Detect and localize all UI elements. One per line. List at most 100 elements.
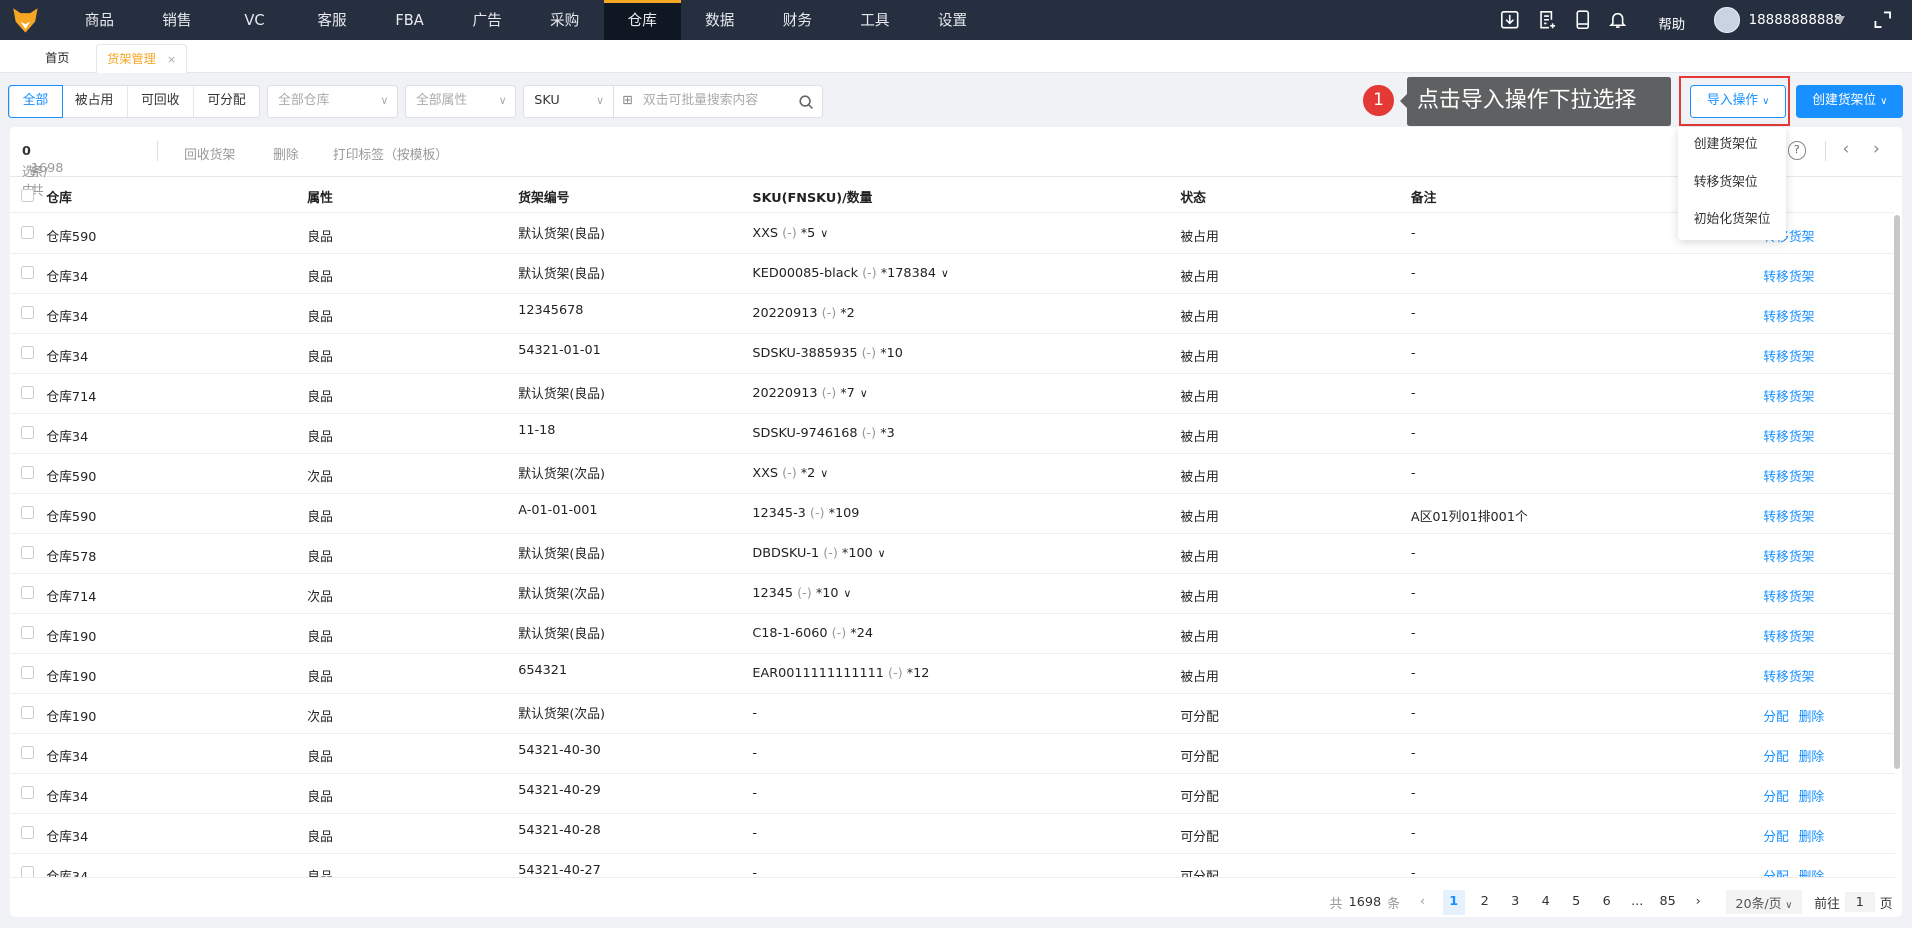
action-link[interactable]: 转移货架: [1763, 510, 1814, 525]
action-link[interactable]: 转移货架: [1763, 350, 1814, 365]
search-input[interactable]: ⊞ 双击可批量搜索内容: [613, 85, 824, 119]
user-name[interactable]: 18888888888: [1749, 13, 1843, 28]
nav-item-11[interactable]: 设置: [914, 0, 991, 40]
recycle-shelf-button[interactable]: 回收货架: [184, 144, 235, 163]
fox-logo-icon[interactable]: [12, 7, 39, 34]
row-checkbox[interactable]: [20, 785, 35, 799]
segment-2[interactable]: 可回收: [128, 86, 194, 118]
expand-chevron-icon[interactable]: ∨: [820, 227, 828, 240]
row-checkbox[interactable]: [20, 745, 35, 759]
segment-3[interactable]: 可分配: [194, 86, 259, 117]
action-link[interactable]: 转移货架: [1763, 270, 1814, 285]
nav-item-3[interactable]: 客服: [294, 0, 371, 40]
nav-item-6[interactable]: 采购: [526, 0, 603, 40]
action-link[interactable]: 分配: [1763, 750, 1789, 765]
row-checkbox[interactable]: [20, 665, 35, 679]
download-icon[interactable]: [1500, 10, 1520, 30]
action-link[interactable]: 转移货架: [1763, 630, 1814, 645]
row-checkbox[interactable]: [20, 465, 35, 479]
help-icon[interactable]: ?: [1787, 141, 1806, 160]
action-link[interactable]: 删除: [1799, 830, 1825, 845]
action-link[interactable]: 删除: [1799, 710, 1825, 725]
prev-page-icon[interactable]: ‹: [1407, 890, 1437, 914]
expand-chevron-icon[interactable]: ∨: [878, 547, 886, 560]
nav-item-7[interactable]: 仓库: [603, 0, 681, 41]
action-link[interactable]: 转移货架: [1763, 590, 1814, 605]
nav-item-1[interactable]: 销售: [139, 0, 216, 40]
tab-home[interactable]: 首页: [45, 44, 69, 73]
row-checkbox[interactable]: [20, 625, 35, 639]
segment-0[interactable]: 全部: [8, 85, 63, 119]
fullscreen-icon[interactable]: [1873, 10, 1893, 30]
page-2[interactable]: 2: [1470, 890, 1500, 914]
row-checkbox[interactable]: [20, 545, 35, 559]
row-checkbox[interactable]: [20, 825, 35, 839]
action-link[interactable]: 转移货架: [1763, 430, 1814, 445]
segment-1[interactable]: 被占用: [62, 86, 128, 118]
menu-item[interactable]: 转移货架位: [1678, 165, 1787, 203]
page-6[interactable]: 6: [1591, 890, 1621, 914]
page-85[interactable]: 85: [1652, 890, 1682, 914]
batch-grid-icon[interactable]: ⊞: [622, 86, 633, 116]
action-link[interactable]: 删除: [1799, 750, 1825, 765]
action-link[interactable]: 转移货架: [1763, 310, 1814, 325]
avatar[interactable]: [1714, 7, 1741, 33]
create-shelf-button[interactable]: 创建货架位 ∨: [1796, 85, 1904, 119]
nav-item-10[interactable]: 工具: [837, 0, 914, 40]
table-scrollbar[interactable]: [1893, 214, 1900, 770]
select-all-checkbox[interactable]: [20, 188, 35, 203]
attribute-select[interactable]: 全部属性 ∨: [405, 85, 517, 119]
action-link[interactable]: 转移货架: [1763, 390, 1814, 405]
nav-item-0[interactable]: 商品: [61, 0, 138, 40]
expand-chevron-icon[interactable]: ∨: [941, 267, 949, 280]
bell-icon[interactable]: [1608, 10, 1628, 30]
nav-item-8[interactable]: 数据: [681, 0, 758, 40]
nav-item-5[interactable]: 广告: [449, 0, 526, 40]
expand-chevron-icon[interactable]: ∨: [843, 587, 851, 600]
row-checkbox[interactable]: [20, 305, 35, 319]
search-type-select[interactable]: SKU ∨: [523, 85, 614, 119]
search-icon[interactable]: [799, 95, 814, 110]
page-1[interactable]: 1: [1442, 890, 1465, 915]
menu-item[interactable]: 创建货架位: [1678, 127, 1787, 165]
delete-button[interactable]: 删除: [273, 144, 299, 163]
page-4[interactable]: 4: [1530, 890, 1560, 914]
help-link[interactable]: 帮助: [1658, 13, 1685, 33]
row-checkbox[interactable]: [20, 225, 35, 239]
action-link[interactable]: 分配: [1763, 790, 1789, 805]
action-link[interactable]: 转移货架: [1763, 470, 1814, 485]
page-3[interactable]: 3: [1500, 890, 1530, 914]
row-checkbox[interactable]: [20, 585, 35, 599]
expand-chevron-icon[interactable]: ∨: [860, 387, 868, 400]
warehouse-select[interactable]: 全部仓库 ∨: [267, 85, 398, 119]
row-checkbox[interactable]: [20, 345, 35, 359]
nav-item-2[interactable]: VC: [216, 0, 293, 40]
action-link[interactable]: 转移货架: [1763, 550, 1814, 565]
row-checkbox[interactable]: [20, 865, 35, 877]
action-link[interactable]: 删除: [1799, 870, 1825, 877]
print-label-button[interactable]: 打印标签（按模板）: [333, 144, 448, 163]
action-link[interactable]: 转移货架: [1763, 670, 1814, 685]
row-checkbox[interactable]: [20, 705, 35, 719]
action-link[interactable]: 分配: [1763, 870, 1789, 877]
next-page-icon[interactable]: ›: [1683, 890, 1713, 914]
user-menu-caret-icon[interactable]: ▼: [1836, 13, 1844, 26]
action-link[interactable]: 分配: [1763, 710, 1789, 725]
row-checkbox[interactable]: [20, 505, 35, 519]
next-icon[interactable]: ›: [1873, 139, 1880, 159]
tab-shelf-management[interactable]: 货架管理 ×: [96, 43, 187, 74]
row-checkbox[interactable]: [20, 425, 35, 439]
close-icon[interactable]: ×: [167, 53, 176, 66]
action-link[interactable]: 删除: [1799, 790, 1825, 805]
row-checkbox[interactable]: [20, 265, 35, 279]
task-list-icon[interactable]: [1538, 10, 1558, 30]
menu-item[interactable]: 初始化货架位: [1678, 202, 1787, 240]
prev-icon[interactable]: ‹: [1843, 139, 1850, 159]
goto-input[interactable]: 1: [1844, 892, 1875, 913]
mobile-icon[interactable]: [1573, 10, 1593, 30]
page-size-select[interactable]: 20条/页 ∨: [1725, 890, 1803, 915]
page-...[interactable]: ...: [1622, 890, 1652, 914]
expand-chevron-icon[interactable]: ∨: [820, 467, 828, 480]
nav-item-4[interactable]: FBA: [371, 0, 448, 40]
row-checkbox[interactable]: [20, 385, 35, 399]
